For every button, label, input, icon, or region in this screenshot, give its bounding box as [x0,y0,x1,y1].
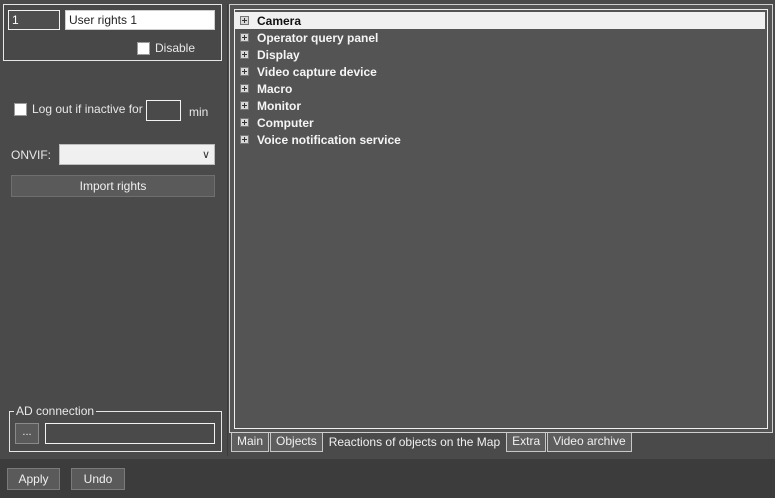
id-field[interactable]: 1 [8,10,60,30]
tab-video-archive[interactable]: Video archive [547,433,632,452]
onvif-select[interactable]: ∨ [59,144,215,165]
tab-extra[interactable]: Extra [506,433,547,452]
ad-browse-button[interactable]: ... [15,423,39,444]
tree-item-label: Computer [257,115,314,130]
expand-icon[interactable] [240,16,249,25]
tree-item-voice-notification-service[interactable]: Voice notification service [235,131,767,148]
tab-bar: Main Objects Reactions of objects on the… [231,433,633,454]
onvif-label: ONVIF: [11,148,52,162]
tree-item-operator-query-panel[interactable]: Operator query panel [235,29,767,46]
expand-icon[interactable] [240,33,249,42]
tree-item-camera[interactable]: Camera [235,12,765,29]
expand-icon[interactable] [240,84,249,93]
expand-icon[interactable] [240,101,249,110]
expand-icon[interactable] [240,50,249,59]
settings-panel: 1 User rights 1 Disable Log out if inact… [0,0,228,456]
min-label: min [189,105,209,119]
footer-bar: Apply Undo [0,459,775,498]
expand-icon[interactable] [240,135,249,144]
undo-button[interactable]: Undo [71,468,125,490]
tree-item-label: Voice notification service [257,132,401,147]
tree-item-label: Operator query panel [257,30,379,45]
tab-objects[interactable]: Objects [270,433,323,452]
identity-group: 1 User rights 1 Disable [3,4,222,61]
expand-icon[interactable] [240,118,249,127]
disable-label: Disable [155,41,196,55]
tree-item-label: Video capture device [257,64,377,79]
tree-item-label: Macro [257,81,293,96]
tree-item-label: Monitor [257,98,301,113]
ad-connection-legend: AD connection [14,404,97,418]
disable-checkbox-row[interactable]: Disable [137,41,195,55]
expand-icon[interactable] [240,67,249,76]
tab-reactions-on-map[interactable]: Reactions of objects on the Map [323,433,506,454]
tree-item-monitor[interactable]: Monitor [235,97,767,114]
import-rights-button[interactable]: Import rights [11,175,215,197]
tree-item-label: Display [257,47,300,62]
panel-divider [227,4,228,456]
tree-item-computer[interactable]: Computer [235,114,767,131]
tab-main[interactable]: Main [231,433,270,452]
inactive-minutes-field[interactable] [146,100,181,121]
tree-item-macro[interactable]: Macro [235,80,767,97]
name-field[interactable]: User rights 1 [65,10,215,30]
disable-checkbox[interactable] [137,41,150,55]
tree-item-label: Camera [257,13,302,28]
ad-connection-field[interactable] [45,423,215,444]
rights-tree[interactable]: Camera Operator query panel Display Vide… [234,9,768,429]
chevron-down-icon: ∨ [201,149,210,161]
logout-checkbox-row[interactable]: Log out if inactive for [14,102,143,116]
apply-button[interactable]: Apply [7,468,60,490]
tree-item-video-capture-device[interactable]: Video capture device [235,63,767,80]
rights-tree-panel: Camera Operator query panel Display Vide… [229,4,773,433]
logout-checkbox[interactable] [14,102,27,116]
tree-item-display[interactable]: Display [235,46,767,63]
logout-label: Log out if inactive for [32,102,143,116]
ad-connection-group: AD connection ... [9,404,222,452]
